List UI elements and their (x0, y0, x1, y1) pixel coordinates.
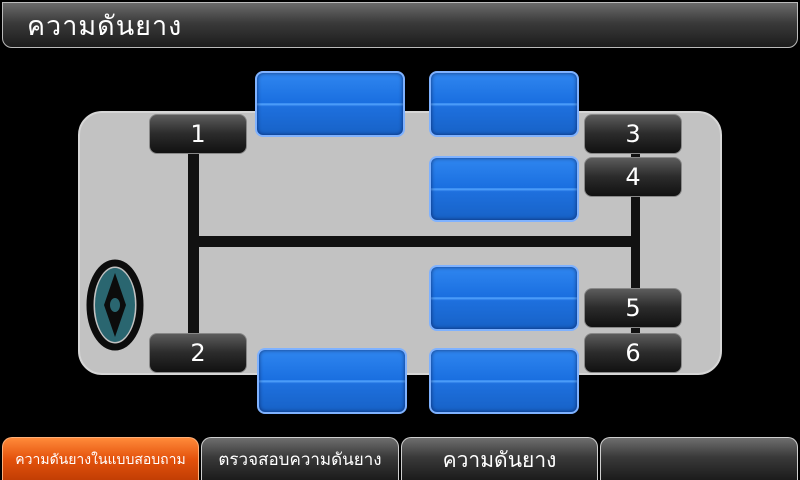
tire-panel-4[interactable] (429, 156, 579, 222)
tab-empty[interactable] (600, 437, 798, 480)
title-bar: ความดันยาง (2, 2, 798, 48)
tire-panel-3[interactable] (429, 71, 579, 137)
wheel-label-4: 4 (584, 157, 682, 197)
tire-panel-1[interactable] (255, 71, 405, 137)
tab-questionnaire-pressure[interactable]: ความดันยางในแบบสอบถาม (2, 437, 199, 480)
drive-shaft (190, 236, 638, 247)
wheel-label-1: 1 (149, 114, 247, 154)
tire-panel-2[interactable] (257, 348, 407, 414)
wheel-label-5: 5 (584, 288, 682, 328)
wheel-label-6: 6 (584, 333, 682, 373)
tire-panel-5[interactable] (429, 265, 579, 331)
steering-wheel-icon (86, 259, 144, 351)
tab-check-pressure[interactable]: ตรวจสอบความดันยาง (201, 437, 399, 480)
wheel-label-3: 3 (584, 114, 682, 154)
tire-panel-6[interactable] (429, 348, 579, 414)
page-title: ความดันยาง (27, 11, 183, 42)
front-axle (188, 138, 199, 358)
wheel-label-2: 2 (149, 333, 247, 373)
tab-tire-pressure[interactable]: ความดันยาง (401, 437, 598, 480)
